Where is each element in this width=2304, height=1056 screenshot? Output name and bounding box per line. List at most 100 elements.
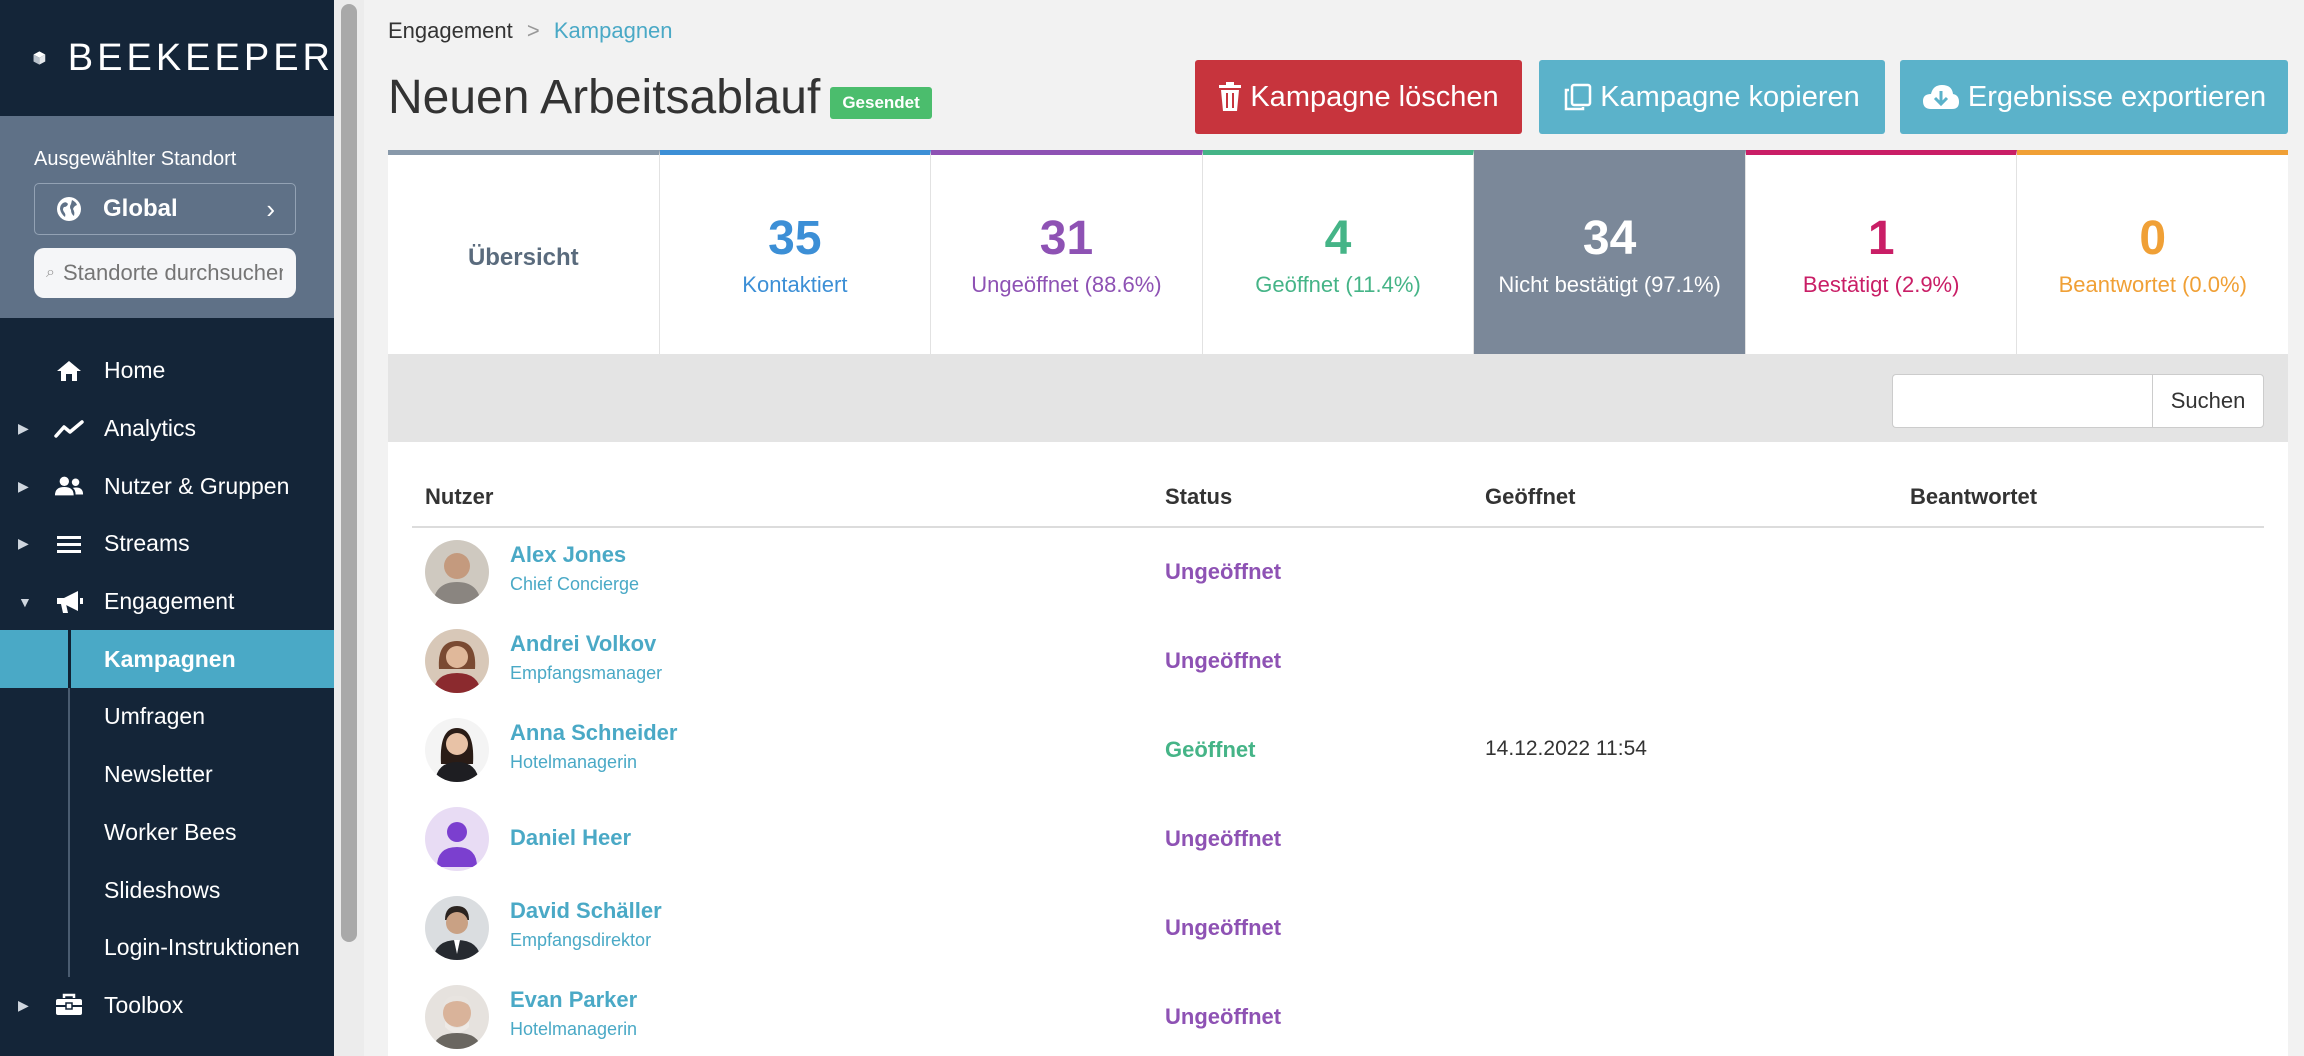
page-title-text: Neuen Arbeitsablauf xyxy=(388,71,821,124)
nav-item-label: Streams xyxy=(104,530,190,557)
status-value: Geöffnet xyxy=(1165,737,1256,762)
user-name[interactable]: Anna Schneider xyxy=(510,720,677,746)
nav-sub-label: Login-Instruktionen xyxy=(104,934,300,961)
status-value: Ungeöffnet xyxy=(1165,826,1282,851)
user-name[interactable]: David Schäller xyxy=(510,898,662,924)
export-results-label: Ergebnisse exportieren xyxy=(1967,80,2267,113)
search-button[interactable]: Suchen xyxy=(2152,374,2264,428)
stat-confirmed-label: Bestätigt (2.9%) xyxy=(1802,272,1960,297)
table-row[interactable]: Alex Jones Chief Concierge Ungeöffnet xyxy=(412,528,2264,617)
search-icon: ⌕ xyxy=(46,264,55,281)
stat-unconfirmed[interactable]: 34 Nicht bestätigt (97.1%) xyxy=(1474,150,1746,368)
list-icon xyxy=(54,529,84,559)
nav-item-streams[interactable]: ▶ Streams xyxy=(0,515,334,573)
nav-item-engagement[interactable]: ▼ Engagement xyxy=(0,573,334,631)
scrollbar-thumb[interactable] xyxy=(341,4,357,942)
col-header-answered[interactable]: Beantwortet xyxy=(1910,484,2037,510)
user-name[interactable]: Daniel Heer xyxy=(510,825,631,851)
avatar[interactable] xyxy=(425,629,489,693)
nav-item-analytics[interactable]: ▶ Analytics xyxy=(0,400,334,458)
breadcrumb-parent[interactable]: Engagement xyxy=(388,18,513,43)
avatar[interactable] xyxy=(425,896,489,960)
location-value: Global xyxy=(103,195,178,222)
nav-sub-worker-bees[interactable]: Worker Bees xyxy=(0,804,334,862)
delete-campaign-label: Kampagne löschen xyxy=(1250,80,1499,113)
nav-sub-umfragen[interactable]: Umfragen xyxy=(0,688,334,746)
stat-contacted[interactable]: 35 Kontaktiert xyxy=(659,150,932,354)
stat-unopened-label: Ungeöffnet (88.6%) xyxy=(971,272,1162,297)
main-nav: Home ▶ Analytics ▶ Nutzer & Gruppen ▶ St… xyxy=(0,342,334,1034)
table-search-input[interactable] xyxy=(1892,374,2152,428)
nav-item-label: Nutzer & Gruppen xyxy=(104,472,290,499)
stat-answered-label: Beantwortet (0.0%) xyxy=(2058,272,2247,297)
breadcrumb-current[interactable]: Kampagnen xyxy=(554,18,673,43)
table-header: Nutzer Status Geöffnet Beantwortet xyxy=(412,484,2264,528)
table-row[interactable]: Anna Schneider Hotelmanagerin Geöffnet 1… xyxy=(412,706,2264,795)
home-icon xyxy=(54,356,84,386)
megaphone-icon xyxy=(54,587,84,617)
stat-unopened[interactable]: 31 Ungeöffnet (88.6%) xyxy=(931,150,1203,354)
chart-line-icon xyxy=(54,414,84,444)
sidebar: BEEKEEPER Ausgewählter Standort Global ›… xyxy=(0,0,334,1056)
page-title: Neuen Arbeitsablauf Gesendet xyxy=(388,70,932,125)
caret-right-icon: ▶ xyxy=(18,996,29,1013)
location-selector[interactable]: Global › xyxy=(34,183,296,235)
stat-overview[interactable]: Übersicht xyxy=(388,150,660,354)
breadcrumb-separator: > xyxy=(526,18,540,43)
user-name[interactable]: Alex Jones xyxy=(510,542,626,568)
nav-item-home[interactable]: Home xyxy=(0,342,334,400)
avatar[interactable] xyxy=(425,985,489,1049)
nav-sub-login-instruktionen[interactable]: Login-Instruktionen xyxy=(0,919,334,977)
table-row[interactable]: David Schäller Empfangsdirektor Ungeöffn… xyxy=(412,884,2264,973)
logo[interactable]: BEEKEEPER xyxy=(0,0,334,116)
stat-unconfirmed-label: Nicht bestätigt (97.1%) xyxy=(1498,272,1721,297)
col-header-opened[interactable]: Geöffnet xyxy=(1485,484,1575,510)
location-search[interactable]: ⌕ xyxy=(34,248,296,298)
nav-item-label: Analytics xyxy=(104,415,197,442)
avatar[interactable] xyxy=(425,540,489,604)
nav-sub-slideshows[interactable]: Slideshows xyxy=(0,861,334,919)
table-row[interactable]: Daniel Heer Ungeöffnet xyxy=(412,795,2264,884)
nav-item-toolbox[interactable]: ▶ Toolbox xyxy=(0,977,334,1035)
nav-item-users-groups[interactable]: ▶ Nutzer & Gruppen xyxy=(0,457,334,515)
stat-answered[interactable]: 0 Beantwortet (0.0%) xyxy=(2017,150,2289,354)
nav-item-label: Toolbox xyxy=(104,991,184,1018)
location-label: Ausgewählter Standort xyxy=(34,148,237,170)
user-role: Hotelmanagerin xyxy=(510,752,638,772)
stat-confirmed-value: 1 xyxy=(1867,212,1895,265)
cloud-download-icon xyxy=(1922,83,1960,111)
copy-campaign-label: Kampagne kopieren xyxy=(1600,80,1860,113)
location-search-input[interactable] xyxy=(62,260,283,286)
table-toolbar: Suchen xyxy=(388,354,2288,442)
export-results-button[interactable]: Ergebnisse exportieren xyxy=(1900,60,2288,134)
beekeeper-logo-icon xyxy=(33,51,46,65)
caret-right-icon: ▶ xyxy=(18,535,29,552)
nav-sub-newsletter[interactable]: Newsletter xyxy=(0,746,334,804)
col-header-user[interactable]: Nutzer xyxy=(425,484,493,510)
nav-sub-label: Umfragen xyxy=(104,703,205,730)
status-value: Ungeöffnet xyxy=(1165,559,1282,584)
user-name[interactable]: Andrei Volkov xyxy=(510,631,656,657)
breadcrumb: Engagement > Kampagnen xyxy=(388,18,673,44)
stat-unconfirmed-value: 34 xyxy=(1582,212,1637,265)
nav-sub-label: Worker Bees xyxy=(104,818,237,845)
stat-unopened-value: 31 xyxy=(1039,212,1094,265)
table-row[interactable]: Andrei Volkov Empfangsmanager Ungeöffnet xyxy=(412,617,2264,706)
avatar[interactable] xyxy=(425,718,489,782)
avatar-placeholder-icon[interactable] xyxy=(425,807,489,871)
sidebar-scrollbar[interactable] xyxy=(334,0,364,1056)
stat-opened-label: Geöffnet (11.4%) xyxy=(1255,272,1421,297)
globe-icon xyxy=(57,197,81,221)
stat-confirmed[interactable]: 1 Bestätigt (2.9%) xyxy=(1745,150,2018,354)
user-name[interactable]: Evan Parker xyxy=(510,987,637,1013)
delete-campaign-button[interactable]: Kampagne löschen xyxy=(1195,60,1522,134)
recipients-table: Nutzer Status Geöffnet Beantwortet Alex … xyxy=(388,442,2288,1056)
nav-sub-kampagnen[interactable]: Kampagnen xyxy=(0,630,334,689)
table-row[interactable]: Evan Parker Hotelmanagerin Ungeöffnet xyxy=(412,973,2264,1056)
user-role: Hotelmanagerin xyxy=(510,1019,638,1039)
nav-item-label: Engagement xyxy=(104,588,235,615)
col-header-status[interactable]: Status xyxy=(1165,484,1232,510)
stat-opened[interactable]: 4 Geöffnet (11.4%) xyxy=(1202,150,1475,354)
copy-campaign-button[interactable]: Kampagne kopieren xyxy=(1539,60,1885,134)
chevron-right-icon: › xyxy=(266,193,275,224)
